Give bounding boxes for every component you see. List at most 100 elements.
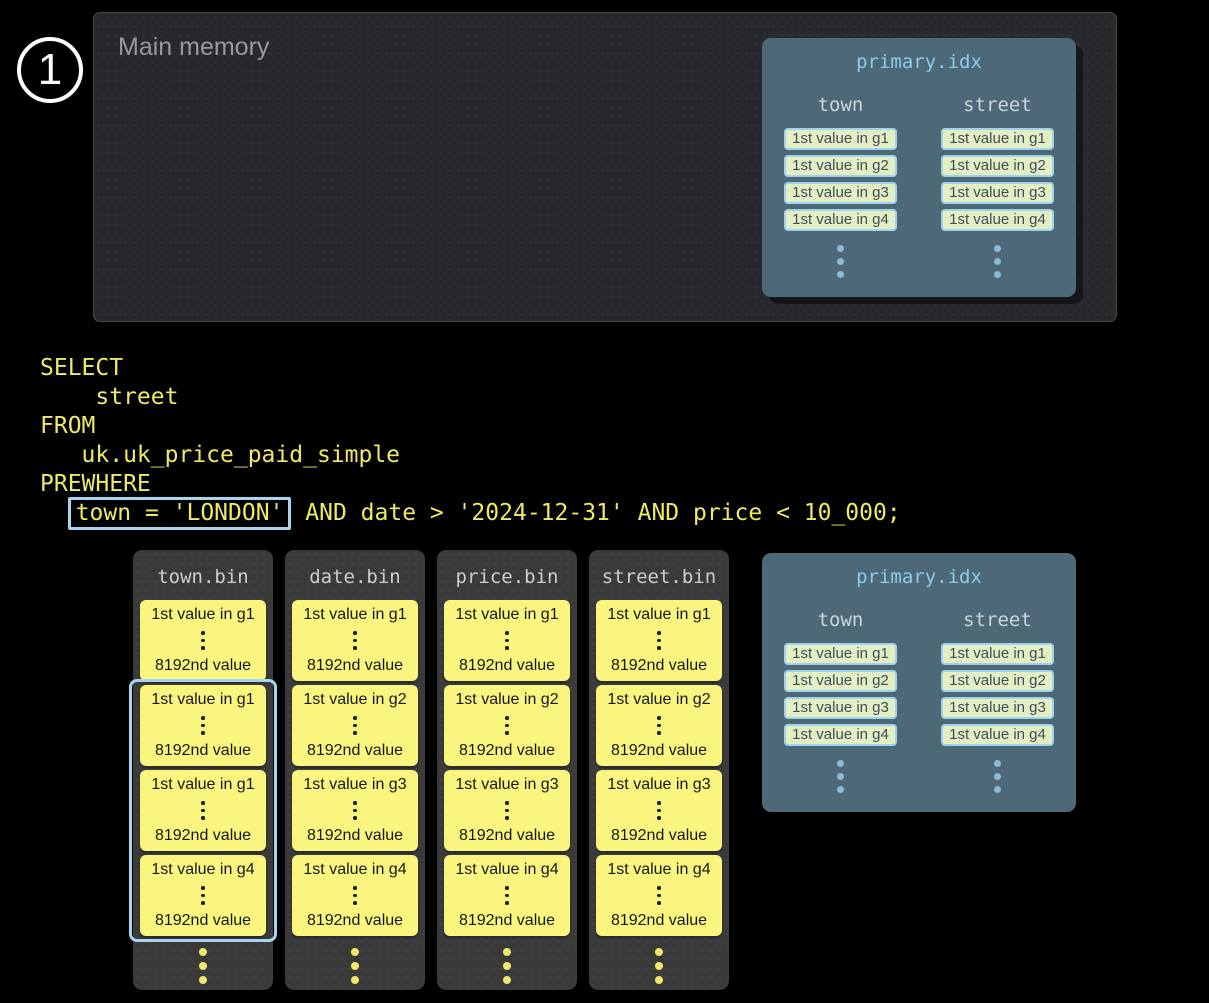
bin-ellipsis-dots: [133, 948, 273, 984]
step-number-badge: 1: [17, 37, 83, 103]
idx-chip: 1st value in g2: [941, 155, 1054, 177]
ellipsis-dot: [351, 948, 359, 956]
idx-chip: 1st value in g4: [941, 724, 1054, 746]
sql-line: PREWHERE: [40, 470, 901, 499]
ellipsis-dot: [503, 948, 511, 956]
primary-idx-column: town1st value in g11st value in g21st va…: [762, 588, 919, 793]
ellipsis-dot: [505, 646, 509, 650]
granule-first-value-label: 1st value in g4: [303, 861, 406, 879]
ellipsis-dot: [201, 724, 205, 728]
idx-ellipsis-dots: [837, 245, 844, 278]
granule-ellipsis-dots: [505, 716, 509, 735]
ellipsis-dot: [201, 716, 205, 720]
ellipsis-dot: [837, 271, 844, 278]
granule-last-value-label: 8192nd value: [307, 742, 403, 760]
bin-column: date.bin1st value in g18192nd value1st v…: [285, 550, 425, 990]
idx-chip-list: 1st value in g11st value in g21st value …: [941, 643, 1054, 746]
ellipsis-dot: [657, 901, 661, 905]
ellipsis-dot: [353, 801, 357, 805]
idx-chip: 1st value in g3: [784, 697, 897, 719]
ellipsis-dot: [505, 631, 509, 635]
granule-first-value-label: 1st value in g4: [455, 861, 558, 879]
idx-chip: 1st value in g2: [941, 670, 1054, 692]
ellipsis-dot: [655, 962, 663, 970]
granule-last-value-label: 8192nd value: [155, 827, 251, 845]
ellipsis-dot: [994, 760, 1001, 767]
granule-block-list: 1st value in g18192nd value1st value in …: [437, 600, 577, 936]
sql-text: [40, 500, 68, 526]
sql-code: SELECT streetFROM uk.uk_price_paid_simpl…: [40, 354, 901, 528]
granule-last-value-label: 8192nd value: [611, 912, 707, 930]
primary-idx-panel-memory: primary.idx town1st value in g11st value…: [762, 38, 1076, 297]
ellipsis-dot: [353, 901, 357, 905]
granule-last-value-label: 8192nd value: [307, 657, 403, 675]
granule-block: 1st value in g38192nd value: [596, 770, 722, 851]
ellipsis-dot: [505, 901, 509, 905]
primary-idx-panel-disk: primary.idx town1st value in g11st value…: [762, 553, 1076, 812]
ellipsis-dot: [353, 731, 357, 735]
ellipsis-dot: [837, 786, 844, 793]
ellipsis-dot: [353, 894, 357, 898]
granule-first-value-label: 1st value in g1: [607, 606, 710, 624]
primary-idx-columns: town1st value in g11st value in g21st va…: [762, 588, 1076, 793]
granule-first-value-label: 1st value in g1: [151, 691, 254, 709]
granule-block: 1st value in g18192nd value: [292, 600, 418, 681]
step-number-label: 1: [38, 45, 62, 95]
bin-ellipsis-dots: [285, 948, 425, 984]
idx-chip: 1st value in g1: [784, 643, 897, 665]
granule-first-value-label: 1st value in g4: [151, 861, 254, 879]
ellipsis-dot: [505, 639, 509, 643]
granule-first-value-label: 1st value in g1: [151, 606, 254, 624]
granule-block: 1st value in g28192nd value: [292, 685, 418, 766]
bin-column: price.bin1st value in g18192nd value1st …: [437, 550, 577, 990]
granule-block-list: 1st value in g18192nd value1st value in …: [589, 600, 729, 936]
granule-ellipsis-dots: [353, 801, 357, 820]
idx-column-header: town: [818, 609, 864, 631]
granule-first-value-label: 1st value in g2: [607, 691, 710, 709]
idx-chip: 1st value in g3: [784, 182, 897, 204]
granule-last-value-label: 8192nd value: [611, 827, 707, 845]
ellipsis-dot: [657, 731, 661, 735]
granule-ellipsis-dots: [505, 886, 509, 905]
sql-text: FROM: [40, 413, 95, 439]
bin-files-row: town.bin1st value in g18192nd value1st v…: [133, 550, 729, 990]
sql-line: town = 'LONDON' AND date > '2024-12-31' …: [40, 499, 901, 528]
ellipsis-dot: [201, 886, 205, 890]
ellipsis-dot: [657, 816, 661, 820]
ellipsis-dot: [201, 639, 205, 643]
idx-chip: 1st value in g4: [941, 209, 1054, 231]
ellipsis-dot: [353, 816, 357, 820]
ellipsis-dot: [994, 245, 1001, 252]
granule-last-value-label: 8192nd value: [459, 742, 555, 760]
granule-ellipsis-dots: [657, 886, 661, 905]
sql-line: street: [40, 383, 901, 412]
ellipsis-dot: [657, 631, 661, 635]
granule-ellipsis-dots: [353, 886, 357, 905]
sql-highlight-box: town = 'LONDON': [68, 497, 292, 530]
bin-ellipsis-dots: [589, 948, 729, 984]
ellipsis-dot: [657, 646, 661, 650]
granule-last-value-label: 8192nd value: [155, 912, 251, 930]
granule-last-value-label: 8192nd value: [307, 827, 403, 845]
idx-column-header: street: [963, 609, 1032, 631]
ellipsis-dot: [505, 886, 509, 890]
primary-idx-title: primary.idx: [762, 51, 1076, 73]
ellipsis-dot: [353, 631, 357, 635]
granule-block: 1st value in g4 8192nd value: [444, 855, 570, 936]
bin-column-title: street.bin: [589, 566, 729, 588]
granule-ellipsis-dots: [505, 801, 509, 820]
granule-ellipsis-dots: [505, 631, 509, 650]
ellipsis-dot: [199, 962, 207, 970]
granule-last-value-label: 8192nd value: [459, 912, 555, 930]
primary-idx-column: town1st value in g11st value in g21st va…: [762, 73, 919, 278]
ellipsis-dot: [657, 716, 661, 720]
ellipsis-dot: [351, 962, 359, 970]
ellipsis-dot: [655, 948, 663, 956]
ellipsis-dot: [353, 886, 357, 890]
bin-column: street.bin1st value in g18192nd value1st…: [589, 550, 729, 990]
ellipsis-dot: [353, 716, 357, 720]
granule-last-value-label: 8192nd value: [155, 657, 251, 675]
idx-chip: 1st value in g1: [941, 128, 1054, 150]
granule-last-value-label: 8192nd value: [459, 827, 555, 845]
ellipsis-dot: [657, 724, 661, 728]
